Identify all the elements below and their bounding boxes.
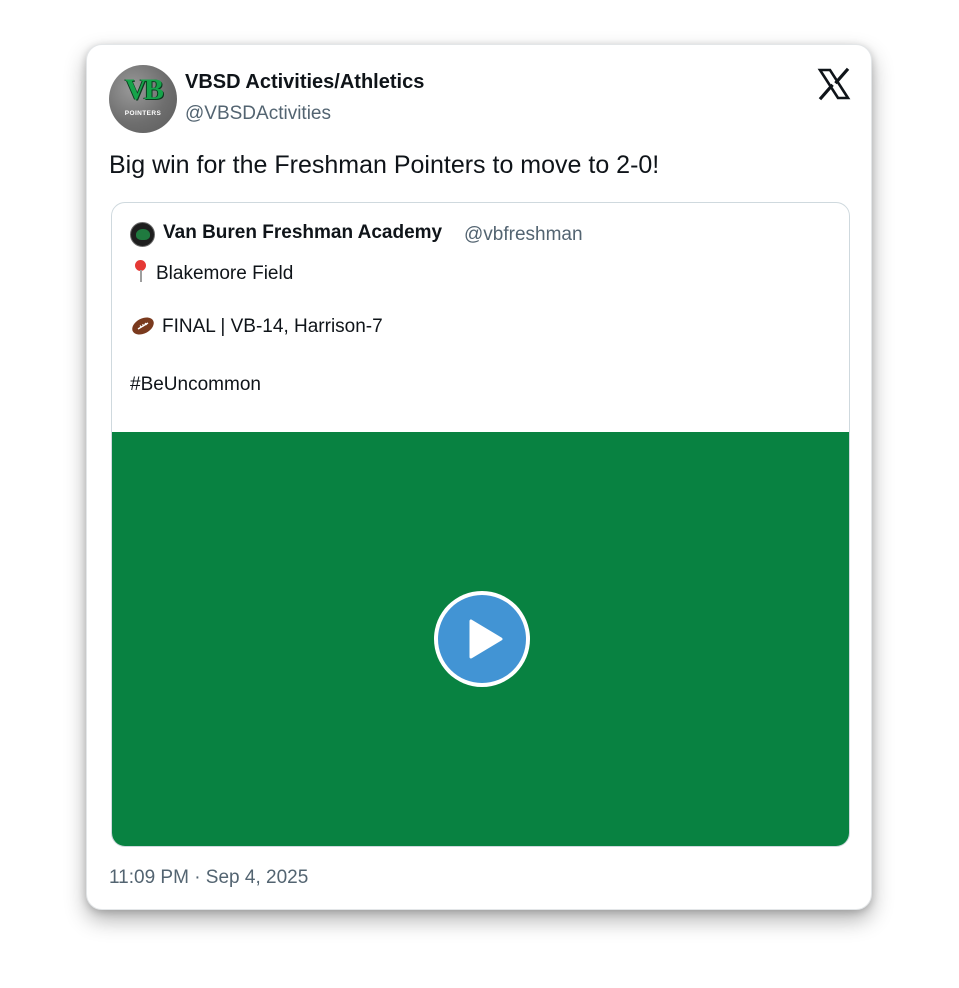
- avatar-word: POINTERS: [124, 110, 162, 117]
- author-display-name[interactable]: VBSD Activities/Athletics: [185, 71, 424, 94]
- quoted-tweet[interactable]: Van Buren Freshman Academy @vbfreshman B…: [111, 202, 850, 847]
- score-text: FINAL | VB-14, Harrison-7: [162, 316, 383, 337]
- avatar-monogram: VB: [125, 73, 164, 106]
- hashtag-line[interactable]: #BeUncommon: [130, 374, 261, 396]
- score-line: FINAL | VB-14, Harrison-7: [130, 316, 383, 338]
- x-logo-icon[interactable]: [817, 67, 851, 101]
- tweet-text: Big win for the Freshman Pointers to mov…: [109, 151, 660, 179]
- video-media[interactable]: [112, 432, 849, 846]
- tweet-card: VB POINTERS VBSD Activities/Athletics @V…: [86, 44, 872, 910]
- author-avatar[interactable]: VB POINTERS: [109, 65, 177, 133]
- location-line: Blakemore Field: [130, 259, 293, 285]
- round-pushpin-icon: [130, 259, 150, 283]
- play-icon: [469, 619, 503, 659]
- quoted-author-avatar[interactable]: [130, 222, 155, 247]
- location-text: Blakemore Field: [156, 263, 294, 284]
- quoted-author-handle[interactable]: @vbfreshman: [464, 224, 583, 246]
- quoted-author-name[interactable]: Van Buren Freshman Academy: [163, 222, 442, 244]
- tweet-timestamp[interactable]: 11:09 PM · Sep 4, 2025: [109, 867, 308, 889]
- author-handle[interactable]: @VBSDActivities: [185, 103, 331, 125]
- play-button[interactable]: [434, 591, 530, 687]
- football-icon: [132, 317, 154, 335]
